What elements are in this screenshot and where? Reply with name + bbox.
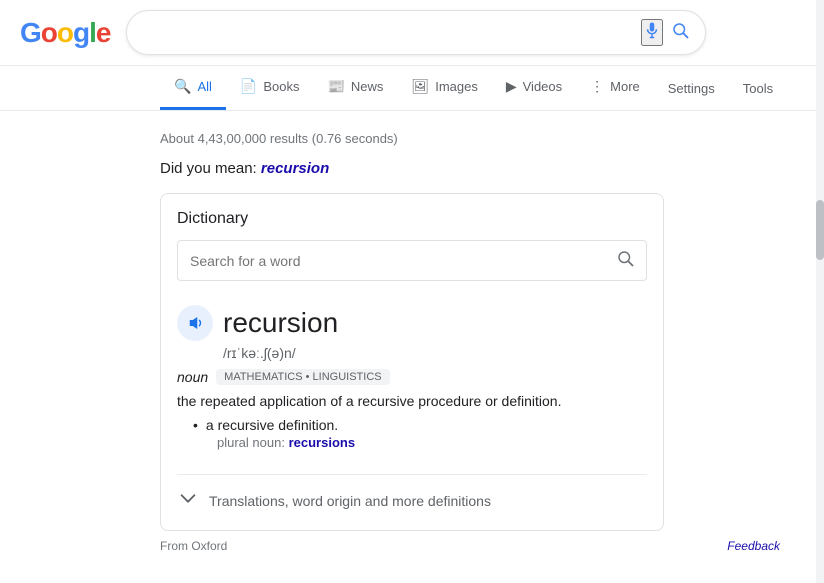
plural-word-link[interactable]: recursions	[289, 435, 355, 450]
results-area: About 4,43,00,000 results (0.76 seconds)…	[0, 111, 824, 531]
search-submit-button[interactable]	[671, 21, 689, 44]
microphone-icon[interactable]	[641, 19, 663, 46]
tab-news[interactable]: 📰 News	[313, 66, 397, 110]
tab-images-label: Images	[435, 79, 478, 94]
more-definitions[interactable]: Translations, word origin and more defin…	[177, 474, 647, 514]
bullet-definition: a recursive definition.	[206, 417, 338, 433]
all-tab-icon: 🔍	[174, 78, 191, 95]
more-tab-icon: ⋮	[590, 78, 604, 95]
videos-tab-icon: ▶	[506, 78, 517, 95]
bullet-symbol: •	[193, 417, 198, 433]
word-tag: MATHEMATICS • LINGUISTICS	[216, 369, 389, 385]
dictionary-title: Dictionary	[177, 210, 647, 228]
tab-books-label: Books	[263, 79, 299, 94]
scrollbar[interactable]	[816, 0, 824, 583]
header: Google recursion	[0, 0, 824, 66]
settings-link[interactable]: Settings	[654, 69, 729, 108]
did-you-mean-link[interactable]: recursion	[261, 160, 329, 177]
word-definition: the repeated application of a recursive …	[177, 393, 647, 409]
tab-more[interactable]: ⋮ More	[576, 66, 654, 110]
images-tab-icon: 🖼	[411, 78, 429, 95]
search-input[interactable]: recursion	[143, 24, 633, 42]
news-tab-icon: 📰	[327, 78, 344, 95]
tools-label: Tools	[743, 81, 773, 96]
word-pos-row: noun MATHEMATICS • LINGUISTICS	[177, 369, 647, 385]
plural-note: plural noun: recursions	[217, 435, 647, 450]
dictionary-card: Dictionary recursion /rɪ	[160, 193, 664, 531]
tab-books[interactable]: 📄 Books	[226, 66, 314, 110]
did-you-mean-label: Did you mean:	[160, 160, 257, 177]
did-you-mean: Did you mean: recursion	[160, 156, 664, 189]
word-header: recursion	[177, 305, 647, 341]
search-bar: recursion	[126, 10, 706, 55]
results-count: About 4,43,00,000 results (0.76 seconds)	[160, 121, 664, 156]
word-search-button[interactable]	[616, 249, 634, 272]
word-tags: MATHEMATICS • LINGUISTICS	[216, 369, 389, 385]
books-tab-icon: 📄	[240, 78, 257, 95]
tab-images[interactable]: 🖼 Images	[397, 66, 491, 110]
nav-tabs: 🔍 All 📄 Books 📰 News 🖼 Images ▶ Videos ⋮…	[0, 66, 824, 111]
tab-all-label: All	[197, 79, 211, 94]
tab-videos[interactable]: ▶ Videos	[492, 66, 576, 110]
tab-more-label: More	[610, 79, 640, 94]
tab-all[interactable]: 🔍 All	[160, 66, 226, 110]
google-logo[interactable]: Google	[20, 17, 110, 49]
bullet-item: • a recursive definition.	[193, 417, 647, 433]
word-sub: • a recursive definition. plural noun: r…	[177, 417, 647, 450]
settings-label: Settings	[668, 81, 715, 96]
word-search-bar	[177, 240, 647, 281]
word-title: recursion	[223, 307, 338, 339]
word-search-input[interactable]	[190, 253, 608, 269]
more-defs-label: Translations, word origin and more defin…	[209, 493, 491, 509]
from-oxford-label: From Oxford	[160, 539, 227, 553]
word-pos: noun	[177, 369, 208, 385]
word-phonetic: /rɪˈkəː.ʃ(ə)n/	[223, 345, 647, 361]
tab-news-label: News	[351, 79, 384, 94]
sound-button[interactable]	[177, 305, 213, 341]
plural-label: plural noun:	[217, 435, 285, 450]
tab-videos-label: Videos	[523, 79, 563, 94]
from-oxford-footer: From Oxford Feedback	[160, 531, 780, 553]
scrollbar-thumb[interactable]	[816, 200, 824, 260]
feedback-link[interactable]: Feedback	[727, 539, 780, 553]
word-entry: recursion /rɪˈkəː.ʃ(ə)n/ noun MATHEMATIC…	[177, 297, 647, 458]
chevron-down-icon	[177, 487, 199, 514]
tools-link[interactable]: Tools	[729, 69, 787, 108]
